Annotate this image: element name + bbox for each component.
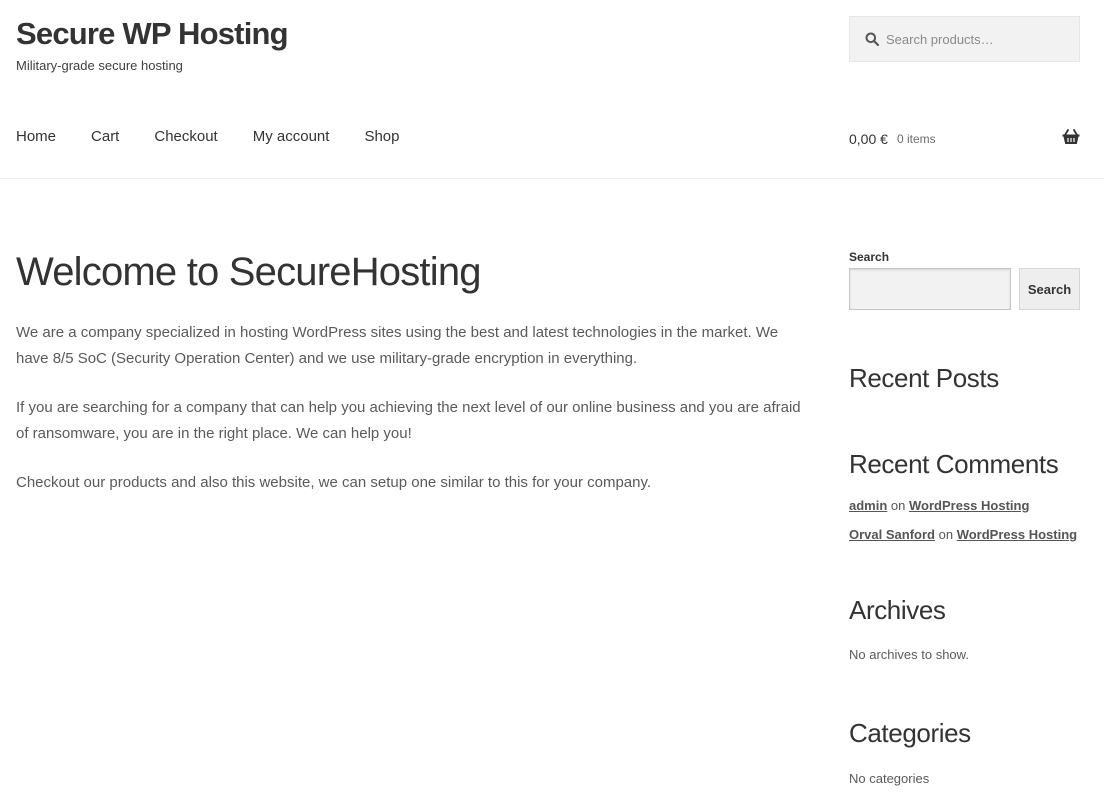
sidebar-search-input[interactable] — [849, 268, 1011, 310]
categories-title: Categories — [849, 718, 971, 748]
page-content: We are a company specialized in hosting … — [16, 320, 811, 519]
header-cart[interactable]: 0,00 € 0 items — [849, 128, 1080, 150]
comment-post-link[interactable]: WordPress Hosting — [909, 498, 1029, 513]
archives-title: Archives — [849, 595, 946, 625]
comment-on-text: on — [938, 527, 954, 542]
sidebar-search-button[interactable]: Search — [1019, 268, 1080, 310]
sidebar-search-label: Search — [849, 250, 890, 264]
content-paragraph: Checkout our products and also this webs… — [16, 474, 652, 491]
recent-comment-item: Orval Sanford on WordPress Hosting — [849, 527, 1077, 542]
recent-posts-title: Recent Posts — [849, 363, 999, 393]
sidebar: Search Search Recent Posts Recent Commen… — [849, 250, 1080, 786]
magnifier-icon — [850, 32, 886, 46]
site-title[interactable]: Secure WP Hosting — [16, 16, 289, 52]
comment-post-link[interactable]: WordPress Hosting — [957, 527, 1077, 542]
product-search-box[interactable] — [849, 16, 1080, 62]
nav-my-account[interactable]: My account — [253, 128, 330, 145]
product-search-input[interactable] — [886, 31, 1071, 47]
nav-checkout[interactable]: Checkout — [154, 128, 217, 145]
comment-on-text: on — [890, 498, 906, 513]
content-paragraph: If you are searching for a company that … — [16, 399, 801, 442]
nav-home[interactable]: Home — [16, 128, 56, 145]
header-divider — [0, 178, 1104, 179]
recent-comment-item: admin on WordPress Hosting — [849, 498, 1029, 513]
main-navigation: Home Cart Checkout My account Shop — [16, 128, 434, 145]
recent-comments-title: Recent Comments — [849, 449, 1059, 479]
basket-icon — [1062, 129, 1080, 150]
site-tagline: Military-grade secure hosting — [16, 58, 183, 73]
cart-count: 0 items — [896, 132, 936, 146]
comment-author-link[interactable]: Orval Sanford — [849, 527, 935, 542]
archives-empty-note: No archives to show. — [849, 647, 969, 662]
sidebar-search-form: Search — [849, 268, 1080, 310]
comment-author-link[interactable]: admin — [849, 498, 887, 513]
page-title: Welcome to SecureHosting — [16, 250, 482, 294]
nav-cart[interactable]: Cart — [91, 128, 119, 145]
cart-amount: 0,00 € — [849, 131, 888, 147]
content-paragraph: We are a company specialized in hosting … — [16, 324, 779, 367]
categories-empty-note: No categories — [849, 771, 930, 786]
nav-shop[interactable]: Shop — [364, 128, 399, 145]
